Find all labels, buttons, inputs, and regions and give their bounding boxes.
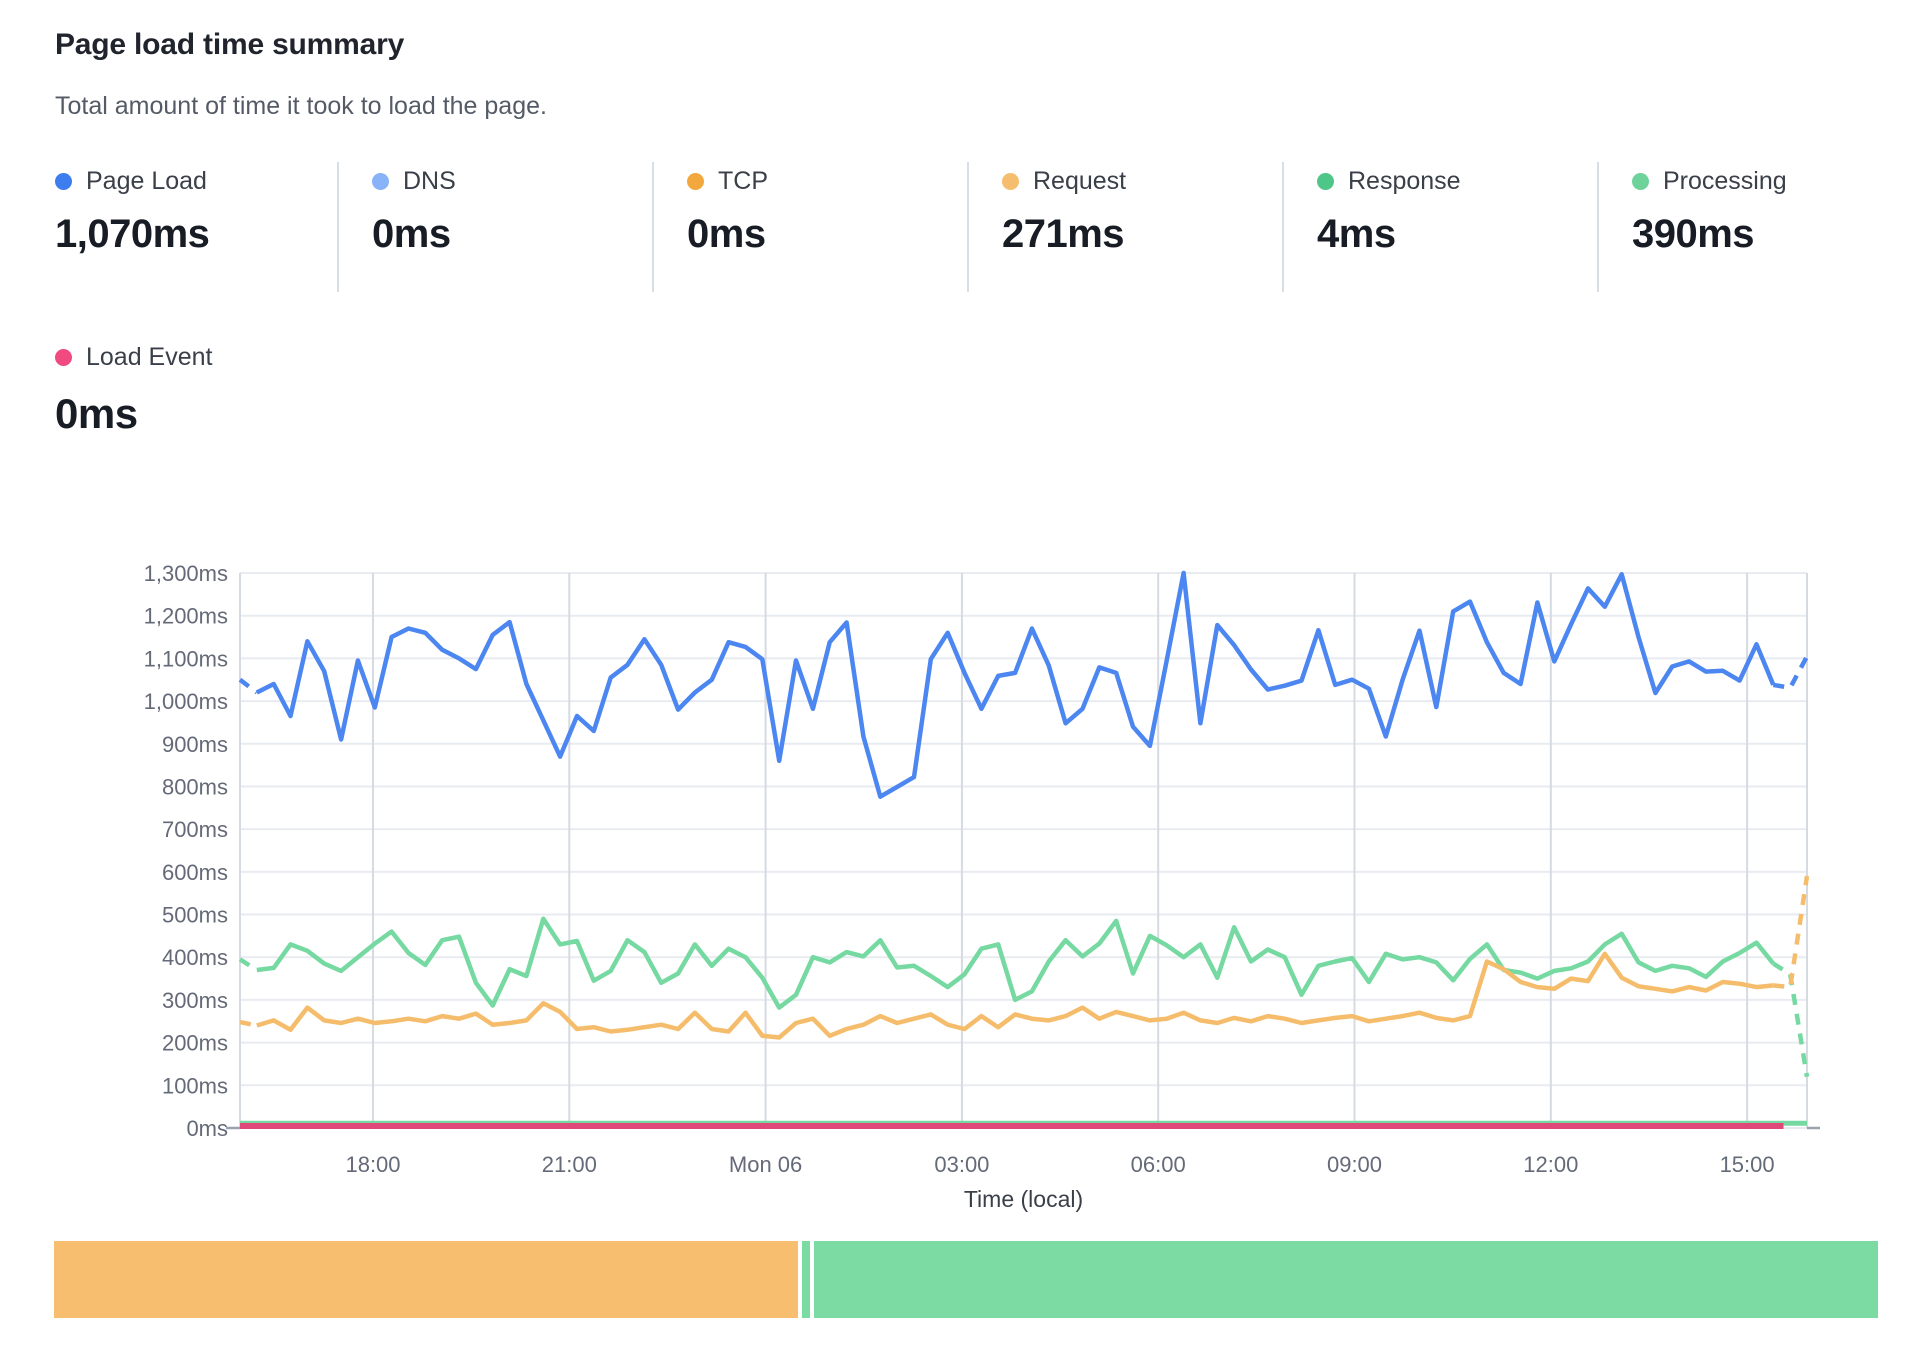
- y-axis-tick-label: 1,100ms: [144, 646, 228, 671]
- summary-bar-segment-request-span[interactable]: [54, 1241, 798, 1318]
- page-load-summary-panel: Page load time summary Total amount of t…: [0, 0, 1910, 1352]
- y-axis-tick-label: 1,300ms: [144, 561, 228, 586]
- y-axis-tick-label: 500ms: [162, 903, 228, 928]
- stat-value-page-load: 1,070ms: [55, 212, 337, 257]
- stat-label: Response: [1348, 167, 1461, 196]
- chart-line: [240, 1022, 257, 1025]
- chart-line: [240, 680, 257, 693]
- stat-response: Response 4ms: [1282, 162, 1597, 292]
- y-axis-tick-label: 200ms: [162, 1031, 228, 1056]
- y-axis-tick-label: 900ms: [162, 732, 228, 757]
- stat-value-processing: 390ms: [1632, 212, 1910, 257]
- stat-label: Processing: [1663, 167, 1787, 196]
- summary-bar-segment-processing-span[interactable]: [814, 1241, 1877, 1318]
- page-subtitle: Total amount of time it took to load the…: [55, 92, 547, 121]
- stat-label: TCP: [718, 167, 768, 196]
- x-axis-tick-label: 03:00: [934, 1152, 989, 1177]
- chart-line: [257, 573, 1774, 797]
- page-title: Page load time summary: [55, 28, 404, 62]
- stat-label: Page Load: [86, 167, 207, 196]
- legend-item-request[interactable]: Request: [1002, 162, 1282, 200]
- request-legend-dot-icon: [1002, 173, 1019, 190]
- stat-value-tcp: 0ms: [687, 212, 967, 257]
- stat-tcp: TCP 0ms: [652, 162, 967, 292]
- stat-request: Request 271ms: [967, 162, 1282, 292]
- x-axis-tick-label: 15:00: [1720, 1152, 1775, 1177]
- y-axis-tick-label: 100ms: [162, 1073, 228, 1098]
- response-legend-dot-icon: [1317, 173, 1334, 190]
- stat-label: DNS: [403, 167, 456, 196]
- x-axis-tick-label: 21:00: [542, 1152, 597, 1177]
- chart-line: [257, 919, 1774, 1008]
- metric-legend-row: Page Load 1,070ms DNS 0ms TCP 0ms Reques…: [22, 162, 1910, 292]
- x-axis-tick-label: 06:00: [1131, 1152, 1186, 1177]
- y-axis-tick-label: 300ms: [162, 988, 228, 1013]
- page-load-time-chart[interactable]: 0ms 100ms 200ms 300ms 400ms 500ms 600ms 700ms 80…: [0, 540, 1910, 1230]
- x-axis-tick-label: 12:00: [1523, 1152, 1578, 1177]
- stat-load-event: Load Event 0ms: [55, 338, 213, 438]
- load-event-legend-dot-icon: [55, 349, 72, 366]
- stat-processing: Processing 390ms: [1597, 162, 1910, 292]
- summary-bar-segment-response-span[interactable]: [802, 1241, 810, 1318]
- legend-item-response[interactable]: Response: [1317, 162, 1597, 200]
- stat-page-load: Page Load 1,070ms: [22, 162, 337, 292]
- page-load-legend-dot-icon: [55, 173, 72, 190]
- tcp-legend-dot-icon: [687, 173, 704, 190]
- dns-legend-dot-icon: [372, 173, 389, 190]
- y-axis-tick-label: 800ms: [162, 774, 228, 799]
- waterfall-summary-bar: [54, 1241, 1878, 1318]
- stat-value-dns: 0ms: [372, 212, 652, 257]
- legend-item-tcp[interactable]: TCP: [687, 162, 967, 200]
- processing-legend-dot-icon: [1632, 173, 1649, 190]
- stat-value-request: 271ms: [1002, 212, 1282, 257]
- stat-value-response: 4ms: [1317, 212, 1597, 257]
- stat-label: Load Event: [86, 343, 213, 372]
- legend-item-load-event[interactable]: Load Event: [55, 338, 213, 376]
- stat-label: Request: [1033, 167, 1126, 196]
- stat-dns: DNS 0ms: [337, 162, 652, 292]
- y-axis-tick-label: 1,000ms: [144, 689, 228, 714]
- x-axis-tick-label: 18:00: [345, 1152, 400, 1177]
- y-axis-tick-label: 600ms: [162, 860, 228, 885]
- x-axis-title: Time (local): [964, 1186, 1083, 1212]
- stat-value-load-event: 0ms: [55, 390, 213, 438]
- legend-item-page-load[interactable]: Page Load: [55, 162, 337, 200]
- legend-item-dns[interactable]: DNS: [372, 162, 652, 200]
- x-axis-tick-label: Mon 06: [729, 1152, 802, 1177]
- y-axis-tick-label: 1,200ms: [144, 604, 228, 629]
- chart-line: [1773, 656, 1807, 688]
- y-axis-tick-label: 0ms: [186, 1116, 228, 1141]
- chart-line: [240, 959, 257, 970]
- x-axis-tick-label: 09:00: [1327, 1152, 1382, 1177]
- y-axis-tick-label: 700ms: [162, 817, 228, 842]
- y-axis-tick-label: 400ms: [162, 945, 228, 970]
- legend-item-processing[interactable]: Processing: [1632, 162, 1910, 200]
- chart-line: [1773, 876, 1807, 987]
